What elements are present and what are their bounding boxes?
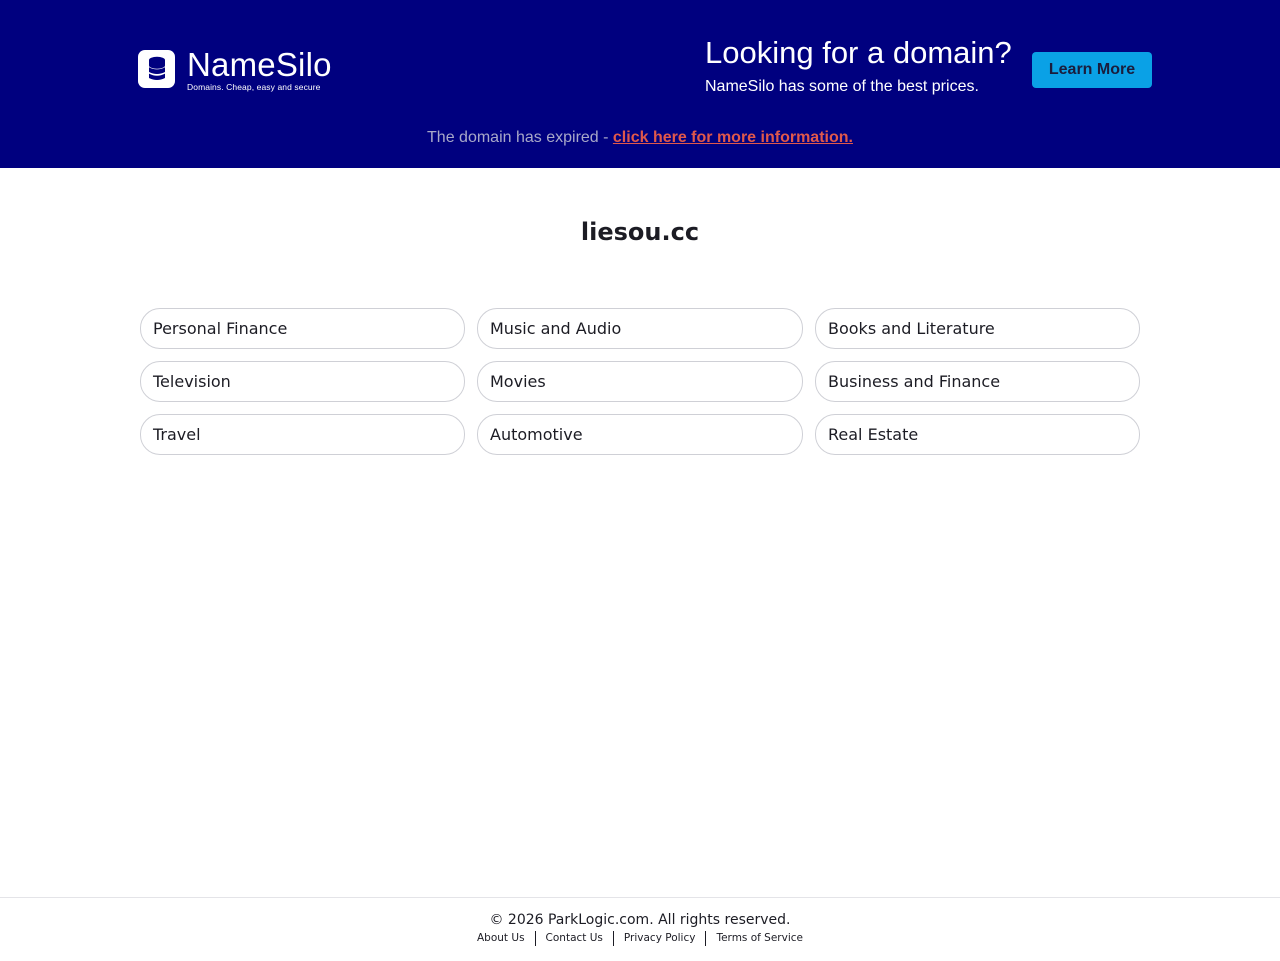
copyright-text: © 2026 ParkLogic.com. All rights reserve… bbox=[489, 912, 791, 928]
expired-notice: The domain has expired - click here for … bbox=[0, 128, 1280, 148]
related-link-business-and-finance[interactable]: Business and Finance bbox=[815, 361, 1140, 402]
footer-link-about-us[interactable]: About Us bbox=[467, 930, 535, 946]
related-links-grid: Personal Finance Music and Audio Books a… bbox=[140, 308, 1140, 455]
top-banner: NameSilo Domains. Cheap, easy and secure… bbox=[0, 0, 1280, 168]
learn-more-button[interactable]: Learn More bbox=[1032, 52, 1152, 88]
footer: © 2026 ParkLogic.com. All rights reserve… bbox=[0, 897, 1280, 961]
related-link-movies[interactable]: Movies bbox=[477, 361, 803, 402]
related-link-real-estate[interactable]: Real Estate bbox=[815, 414, 1140, 455]
brand-tagline: Domains. Cheap, easy and secure bbox=[187, 82, 321, 92]
related-link-books-and-literature[interactable]: Books and Literature bbox=[815, 308, 1140, 349]
related-link-personal-finance[interactable]: Personal Finance bbox=[140, 308, 465, 349]
brand-name: NameSilo bbox=[187, 46, 332, 83]
database-stack-icon bbox=[138, 50, 175, 88]
logo-text: NameSilo Domains. Cheap, easy and secure bbox=[187, 46, 332, 92]
expired-text: The domain has expired - bbox=[427, 129, 613, 146]
related-link-music-and-audio[interactable]: Music and Audio bbox=[477, 308, 803, 349]
promo-subtitle: NameSilo has some of the best prices. bbox=[705, 78, 979, 95]
footer-links: About Us Contact Us Privacy Policy Terms… bbox=[0, 930, 1280, 946]
related-link-travel[interactable]: Travel bbox=[140, 414, 465, 455]
domain-title: liesou.cc bbox=[580, 218, 700, 246]
promo-title: Looking for a domain? bbox=[705, 35, 1012, 70]
footer-link-contact-us[interactable]: Contact Us bbox=[536, 930, 613, 946]
more-info-link[interactable]: click here for more information. bbox=[613, 129, 853, 146]
related-link-television[interactable]: Television bbox=[140, 361, 465, 402]
related-link-automotive[interactable]: Automotive bbox=[477, 414, 803, 455]
footer-link-terms-of-service[interactable]: Terms of Service bbox=[706, 930, 813, 946]
namesilo-logo[interactable]: NameSilo Domains. Cheap, easy and secure bbox=[138, 46, 332, 92]
footer-link-privacy-policy[interactable]: Privacy Policy bbox=[614, 930, 706, 946]
